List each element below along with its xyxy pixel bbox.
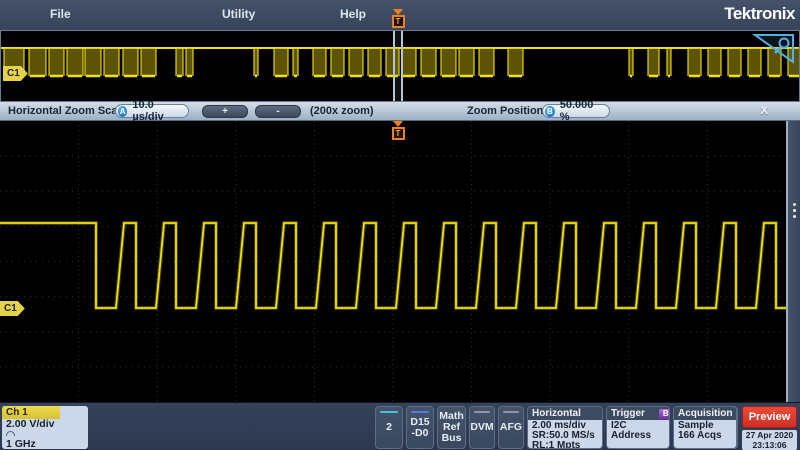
channel-1-scale: 2.00 V/div bbox=[6, 419, 84, 429]
status-badge-2[interactable]: 2 bbox=[375, 406, 403, 449]
tektronix-logo: Tektronix bbox=[724, 4, 795, 24]
badge-label: -D0 bbox=[407, 428, 433, 439]
main-waveform bbox=[0, 121, 786, 402]
date-text: 27 Apr 2020 bbox=[742, 430, 797, 440]
badge-label: AFG bbox=[499, 422, 523, 433]
channel-1-badge[interactable]: Ch 1 2.00 V/div 1 GHz bbox=[2, 406, 88, 449]
overview-waveform-panel[interactable]: C1 bbox=[0, 30, 800, 102]
menu-file[interactable]: File bbox=[50, 7, 71, 21]
zoom-scale-label: Horizontal Zoom Scale: bbox=[8, 105, 130, 117]
drawer-handle-icon[interactable] bbox=[792, 203, 796, 219]
badge-color-line bbox=[411, 411, 429, 413]
zoom-out-button[interactable]: - bbox=[255, 105, 301, 118]
badge-label: DVM bbox=[470, 422, 494, 433]
zoom-window-selector[interactable] bbox=[393, 31, 403, 101]
zoom-scale-value[interactable]: A 10.0 µs/div bbox=[115, 104, 189, 118]
menu-utility[interactable]: Utility bbox=[222, 7, 255, 21]
panel-line: Address bbox=[611, 431, 665, 441]
zoom-position-value[interactable]: B 50.000 % bbox=[542, 104, 610, 118]
panel-line: RL:1 Mpts bbox=[532, 441, 598, 449]
preview-button[interactable]: Preview bbox=[742, 406, 797, 428]
main-waveform-panel[interactable]: C1 T bbox=[0, 121, 800, 402]
trigger-source-badge: B1 bbox=[659, 409, 670, 419]
zoom-close-button[interactable]: X bbox=[761, 105, 768, 117]
badge-label: D15 bbox=[407, 417, 433, 428]
zoom-scale-value-text: 10.0 µs/div bbox=[132, 99, 180, 123]
results-drawer-edge[interactable] bbox=[786, 121, 800, 402]
panel-line: 166 Acqs bbox=[678, 431, 732, 441]
coupling-icon bbox=[6, 431, 15, 436]
knob-b-icon: B bbox=[545, 106, 555, 117]
status-panel-trigger[interactable]: TriggerB1 I2CAddress bbox=[606, 406, 670, 449]
badge-color-line bbox=[380, 411, 398, 413]
panel-title: Acquisition bbox=[678, 407, 732, 420]
knob-a-icon: A bbox=[118, 106, 127, 117]
status-badge-math[interactable]: MathRefBus bbox=[437, 406, 466, 449]
status-badge-dvm[interactable]: DVM bbox=[469, 406, 495, 449]
panel-title: Trigger bbox=[611, 407, 645, 420]
trigger-marker-top[interactable]: T bbox=[390, 9, 406, 28]
datetime-display: 27 Apr 2020 23:13:06 bbox=[742, 430, 797, 450]
trigger-t-icon: T bbox=[392, 127, 405, 140]
zoom-scale-bar: Horizontal Zoom Scale: A 10.0 µs/div + -… bbox=[0, 102, 800, 121]
zoom-position-value-text: 50.000 % bbox=[560, 99, 601, 123]
status-badge-d15[interactable]: D15-D0 bbox=[406, 406, 434, 449]
zoom-mode-icon[interactable] bbox=[751, 33, 795, 65]
channel-1-bandwidth: 1 GHz bbox=[6, 439, 84, 449]
badge-color-line bbox=[474, 411, 491, 413]
badge-color-line bbox=[503, 411, 520, 413]
panel-title: Horizontal bbox=[532, 407, 581, 420]
trigger-marker-main[interactable]: T bbox=[390, 121, 406, 140]
zoom-factor-label: (200x zoom) bbox=[310, 105, 374, 117]
status-badge-afg[interactable]: AFG bbox=[498, 406, 524, 449]
badge-label: Bus bbox=[438, 433, 465, 444]
menu-help[interactable]: Help bbox=[340, 7, 366, 21]
time-text: 23:13:06 bbox=[742, 440, 797, 450]
status-panel-horizontal[interactable]: Horizontal 2.00 ms/divSR:50.0 MS/sRL:1 M… bbox=[527, 406, 603, 449]
trigger-t-icon: T bbox=[392, 15, 405, 28]
oscilloscope-screen: File Utility Help Tektronix C1 T Horizon… bbox=[0, 0, 800, 450]
zoom-position-label: Zoom Position: bbox=[467, 105, 547, 117]
status-panel-acquisition[interactable]: Acquisition Sample166 Acqs bbox=[673, 406, 737, 449]
status-bar: Ch 1 2.00 V/div 1 GHz 2D15-D0MathRefBusD… bbox=[0, 402, 800, 450]
zoom-in-button[interactable]: + bbox=[202, 105, 248, 118]
badge-label: 2 bbox=[376, 422, 402, 433]
